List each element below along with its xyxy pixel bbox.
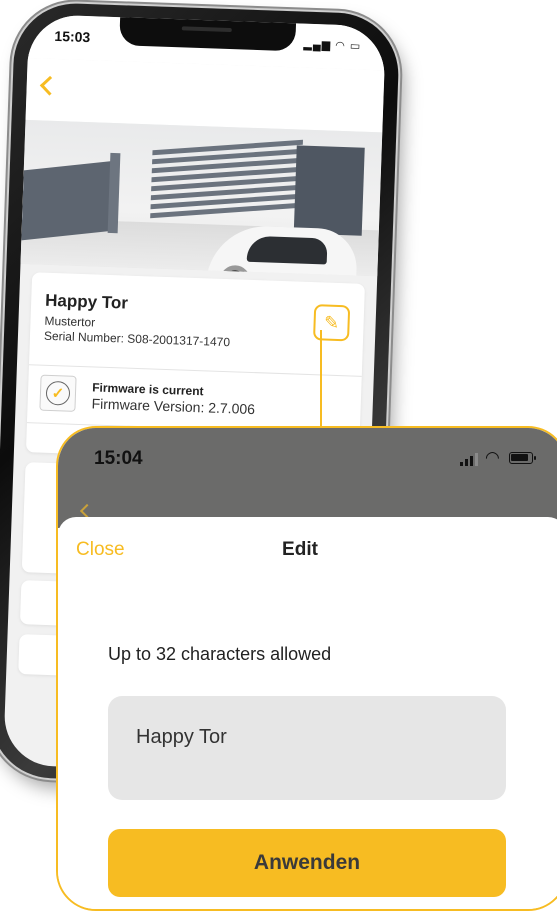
foreground-phone: 15:04 ◠ Close Edit Up to 32 characters a… [56,426,557,911]
hero-gate-slats [150,139,303,222]
edit-sheet: Close Edit Up to 32 characters allowed A… [58,517,557,909]
dimmed-background: 15:04 ◠ [58,428,557,528]
status-time: 15:04 [94,448,143,469]
hero-car-window [246,235,328,265]
battery-icon [509,452,536,464]
hero-gate-left [21,160,117,241]
phone-notch [118,15,296,52]
sheet-title: Edit [282,539,318,560]
gate-hero-image [20,119,383,277]
apply-button[interactable]: Anwenden [108,829,506,897]
speaker-grille [181,26,232,33]
status-time: 15:03 [54,27,91,46]
character-limit-hint: Up to 32 characters allowed [108,644,332,664]
device-name: Happy Tor [44,290,129,313]
check-circle-icon: ✓ [45,380,71,406]
chevron-left-icon [79,503,95,519]
system-icons: ▂▄▆ ◠ ▭ [303,38,362,53]
hero-car-wheel [219,264,251,277]
device-serial: Serial Number: S08-2001317-1470 [43,328,231,350]
signal-icon [460,453,478,466]
callout-connector [320,330,322,428]
edit-button[interactable]: ✎ [313,304,351,342]
chevron-left-icon[interactable] [39,75,60,96]
pencil-icon: ✎ [323,311,340,333]
device-model: Mustertor [44,313,96,330]
hero-gate-right [293,145,365,236]
name-input[interactable] [108,696,506,800]
divider [28,364,362,377]
firmware-version: Firmware Version: 2.7.006 [91,395,256,418]
wifi-icon: ◠ [485,448,500,467]
stage: 15:03 ▂▄▆ ◠ ▭ Happy Tor Mustertor Serial… [0,0,557,915]
firmware-icon-box: ✓ [39,374,77,412]
